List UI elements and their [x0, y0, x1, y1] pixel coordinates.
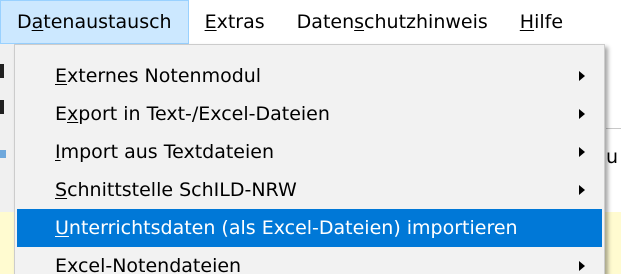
- label-post: mport aus Textdateien: [60, 141, 275, 163]
- label-post: cel-Notendateien: [77, 255, 242, 274]
- chevron-right-icon: [562, 71, 602, 81]
- menu-label-accelerator: H: [519, 11, 535, 33]
- background-control-edge: [0, 64, 4, 78]
- menu-label-post: tenaustausch: [43, 11, 172, 33]
- label-post: chnittstelle SchILD-NRW: [67, 179, 297, 201]
- label-pre: E: [55, 103, 68, 125]
- menu-item-label: Unterrichtsdaten (als Excel-Dateien) imp…: [17, 217, 562, 239]
- label-post: xternes Notenmodul: [67, 65, 262, 87]
- menu-item-label: Export in Text-/Excel-Dateien: [17, 103, 562, 125]
- menu-item-label: Import aus Textdateien: [17, 141, 562, 163]
- menu-label-accelerator: a: [31, 11, 44, 33]
- menu-datenaustausch[interactable]: Da tenaustausch: [0, 0, 189, 44]
- chevron-right-icon: [562, 109, 602, 119]
- menu-label-post: xtras: [216, 11, 265, 33]
- menu-datenschutzhinweis[interactable]: Daten s chutzhinweis: [281, 0, 504, 44]
- menu-item-label: Excel-Notendateien: [17, 255, 562, 274]
- menu-item-externes-notenmodul[interactable]: Externes Notenmodul: [17, 57, 602, 95]
- label-post: port in Text-/Excel-Dateien: [78, 103, 330, 125]
- background-control-edge: [0, 100, 4, 114]
- label-post: nterrichtsdaten (als Excel-Dateien) impo…: [68, 217, 518, 239]
- menu-hilfe[interactable]: Hilfe: [504, 0, 579, 44]
- menu-label-post: ilfe: [534, 11, 564, 33]
- label-accelerator: S: [55, 179, 68, 201]
- menu-label-pre: D: [17, 11, 32, 33]
- background-selection-edge: [0, 150, 6, 158]
- menu-label-post: chutzhinweis: [364, 11, 488, 33]
- chevron-right-icon: [562, 261, 602, 271]
- menu-bar: Da tenaustausch Extras Daten s chutzhinweis…: [0, 0, 621, 44]
- datenaustausch-dropdown-menu: Externes Notenmodul Export in Text-/Exce…: [14, 44, 605, 274]
- label-accelerator: x: [67, 103, 79, 125]
- menu-item-excel-notendateien[interactable]: Excel-Notendateien: [17, 247, 602, 274]
- label-accelerator: E: [55, 65, 68, 87]
- label-pre: E: [55, 255, 68, 274]
- app-window: u Da tenaustausch Extras Daten s chutzhinwe…: [0, 0, 621, 274]
- menu-item-label: Externes Notenmodul: [17, 65, 562, 87]
- label-accelerator: U: [55, 217, 69, 239]
- menu-label-accelerator: E: [204, 11, 217, 33]
- chevron-right-icon: [562, 185, 602, 195]
- menu-extras[interactable]: Extras: [189, 0, 281, 44]
- background-divider: [606, 128, 621, 129]
- menu-item-label: Schnittstelle SchILD-NRW: [17, 179, 562, 201]
- menu-label-pre: Daten: [296, 11, 355, 33]
- label-accelerator: x: [67, 255, 78, 274]
- menu-label-accelerator: s: [354, 11, 365, 33]
- menu-item-schnittstelle-schild[interactable]: Schnittstelle SchILD-NRW: [17, 171, 602, 209]
- menu-item-import-textdateien[interactable]: Import aus Textdateien: [17, 133, 602, 171]
- chevron-right-icon: [562, 147, 602, 157]
- menu-item-export-text-excel[interactable]: Export in Text-/Excel-Dateien: [17, 95, 602, 133]
- menu-item-unterrichtsdaten-importieren[interactable]: Unterrichtsdaten (als Excel-Dateien) imp…: [17, 209, 602, 247]
- background-partial-text: u: [606, 146, 619, 168]
